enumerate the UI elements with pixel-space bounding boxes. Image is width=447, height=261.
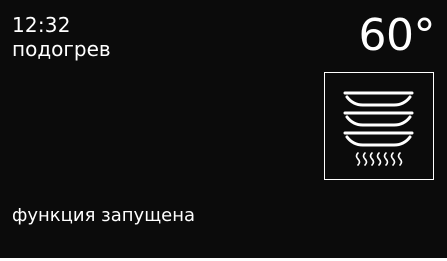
mode-icon-frame	[324, 72, 434, 180]
status-message: функция запущена	[12, 205, 196, 226]
plates-warming-icon	[343, 91, 414, 166]
mode-name: подогрев	[12, 37, 111, 61]
clock-time: 12:32	[12, 13, 71, 37]
oven-display-screen: 12:32 подогрев 60° функция запущена	[0, 0, 447, 261]
temperature-readout: 60°	[358, 10, 436, 61]
